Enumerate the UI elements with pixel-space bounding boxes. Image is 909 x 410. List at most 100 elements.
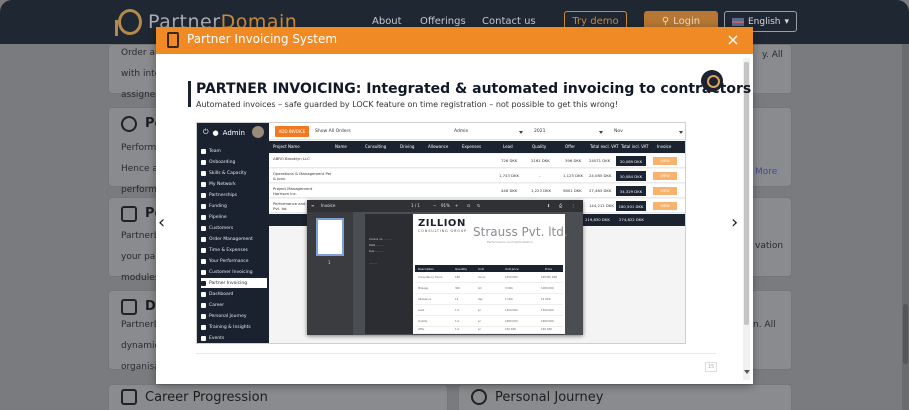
print-icon: ⎙ (559, 203, 563, 208)
partnerdomain-logo-icon (701, 70, 723, 92)
filter-year: 2021 (534, 129, 546, 134)
pdf-thumbnail (316, 218, 344, 256)
incl-cell: 180,501 DKK (616, 201, 646, 211)
quality-cell: 1,223 DKK (531, 188, 551, 193)
view-button: VIEW (653, 157, 677, 165)
invoicing-modal: Partner Invoicing System × ‹ › PARTNER I… (156, 27, 753, 384)
modal-scroll-thumb[interactable] (744, 62, 749, 325)
sidebar-item: Career (201, 300, 267, 310)
modal-scrollbar[interactable] (743, 58, 750, 380)
page-scroll-thumb[interactable] (903, 304, 908, 364)
excl-cell: 27,463 DKK (589, 188, 612, 193)
card-title: Personal Journey (495, 390, 604, 405)
column-header: Allowance (428, 144, 449, 149)
lead-cell: 446 DKK (501, 188, 518, 193)
column-header: Project Name (273, 144, 300, 149)
invoice-page: Invoice no. ·········· Date ·········· D… (365, 214, 568, 334)
column-header: Name (335, 144, 347, 149)
view-button: VIEW (653, 172, 677, 180)
stopwatch-icon (121, 116, 137, 132)
table-row: Project Management Harrison Inc. 446 DKK… (269, 184, 685, 198)
column-header: Consulting (365, 144, 387, 149)
invoice-icon (201, 269, 206, 275)
project-cell: Operations & Management Per & Jonn (273, 171, 332, 181)
chevron-down-icon (519, 131, 523, 134)
pdf-thumbnails: 1 (307, 212, 353, 335)
excl-cell: 144,211 DKK (589, 203, 614, 208)
logo-icon (115, 9, 142, 36)
pdf-thumbnail-number: 1 (328, 260, 331, 265)
power-icon: ⏻ (203, 128, 209, 136)
add-invoice-button: ADD INVOICE (275, 126, 309, 137)
customers-icon (201, 225, 206, 231)
onboarding-icon (201, 159, 206, 165)
offer-cell: 396 DKK (565, 158, 582, 163)
pipeline-icon (201, 214, 206, 220)
invoice-company: Strauss Pvt. ltd. (473, 225, 568, 239)
zoom-in-icon: + (455, 203, 459, 208)
document-icon (121, 206, 137, 222)
download-icon: ⬇ (547, 203, 551, 208)
view-button: VIEW (653, 187, 677, 195)
incl-cell: 34,329 DKK (616, 186, 646, 196)
previous-slide-button[interactable]: ‹ (158, 212, 165, 233)
offer-cell: 5801 DKK (563, 188, 582, 193)
show-all-orders: Show All Orders (315, 129, 351, 134)
nav-about[interactable]: About (372, 16, 402, 27)
invoice-column: Unit (478, 266, 484, 271)
card-title: Career Progression (145, 390, 268, 405)
team-icon (201, 148, 206, 154)
project-cell: Project Management Harrison Inc. (273, 186, 313, 196)
invoice-column: Price (545, 266, 552, 271)
sidebar-item: Your Performance (201, 256, 267, 266)
slide-number: 15 (705, 362, 717, 372)
filter-month: Nov (614, 129, 623, 134)
table-row: ABRO Brooklyn LLC 726 DKK 2161 DKK 396 D… (269, 154, 685, 168)
invoice-column: Quantity (455, 266, 468, 271)
invoice-icon (201, 280, 206, 286)
quality-cell: 2161 DKK (531, 158, 550, 163)
sidebar-item: Dashboard (201, 289, 267, 299)
invoice-meta: ·········· (369, 262, 378, 265)
page-scrollbar[interactable] (902, 44, 909, 410)
card-career-progression[interactable]: Career Progression (108, 384, 448, 410)
app-sidebar: ⏻ ● Admin Team Onboarding Skills & Capacit… (197, 123, 269, 343)
more-icon: ⋮ (571, 203, 575, 208)
skills-icon (201, 170, 206, 176)
invoice-column: Unit price (505, 266, 519, 271)
sidebar-item-active: Partner Invoicing (201, 278, 267, 288)
slide-headline: PARTNER INVOICING: Integrated & automate… (196, 81, 752, 97)
invoice-sidebar: Invoice no. ·········· Date ·········· D… (365, 214, 413, 334)
career-icon (201, 302, 206, 308)
quality-cell: - (539, 173, 541, 178)
dashboard-icon (121, 299, 137, 315)
nav-contact[interactable]: Contact us (482, 16, 536, 27)
close-icon[interactable]: × (724, 30, 742, 49)
column-header: Quality (532, 144, 547, 149)
card-text: y. All (762, 50, 783, 60)
app-screenshot: ⏻ ● Admin Team Onboarding Skills & Capacit… (196, 122, 686, 344)
excl-cell: 24071 DKK (589, 158, 611, 163)
read-more-link[interactable]: More (755, 162, 777, 183)
invoice-row: Lead 1.0 pc 1300 DKK 1300 DKK (415, 306, 563, 316)
funding-icon (201, 203, 206, 209)
column-header: Expenses (462, 144, 482, 149)
sidebar-item: Time & Expenses (201, 245, 267, 255)
next-slide-button[interactable]: › (731, 212, 738, 233)
pdf-page-info: 1 / 1 (411, 203, 420, 208)
invoice-brand: ZILLION (418, 218, 466, 229)
document-icon (167, 32, 179, 48)
nav-offerings[interactable]: Offerings (420, 16, 466, 27)
invoice-meta: Due ·········· (369, 250, 384, 253)
scroll-down-icon[interactable] (744, 370, 750, 374)
column-header: Total incl. VAT (621, 144, 649, 149)
card-personal-journey[interactable]: Personal Journey (458, 384, 792, 410)
column-header: Offer (565, 144, 576, 149)
dashboard-icon (201, 291, 206, 297)
fit-page-icon: ⊡ (467, 203, 471, 208)
slide-subheadline: Automated invoices – safe guarded by LOC… (196, 100, 619, 109)
view-button: VIEW (653, 202, 677, 210)
invoice-brand-sub: CONSULTING GROUP (418, 229, 468, 233)
filter-user: Admin (454, 129, 469, 134)
table-row: Operations & Management Per & Jonn 1,743… (269, 169, 685, 183)
